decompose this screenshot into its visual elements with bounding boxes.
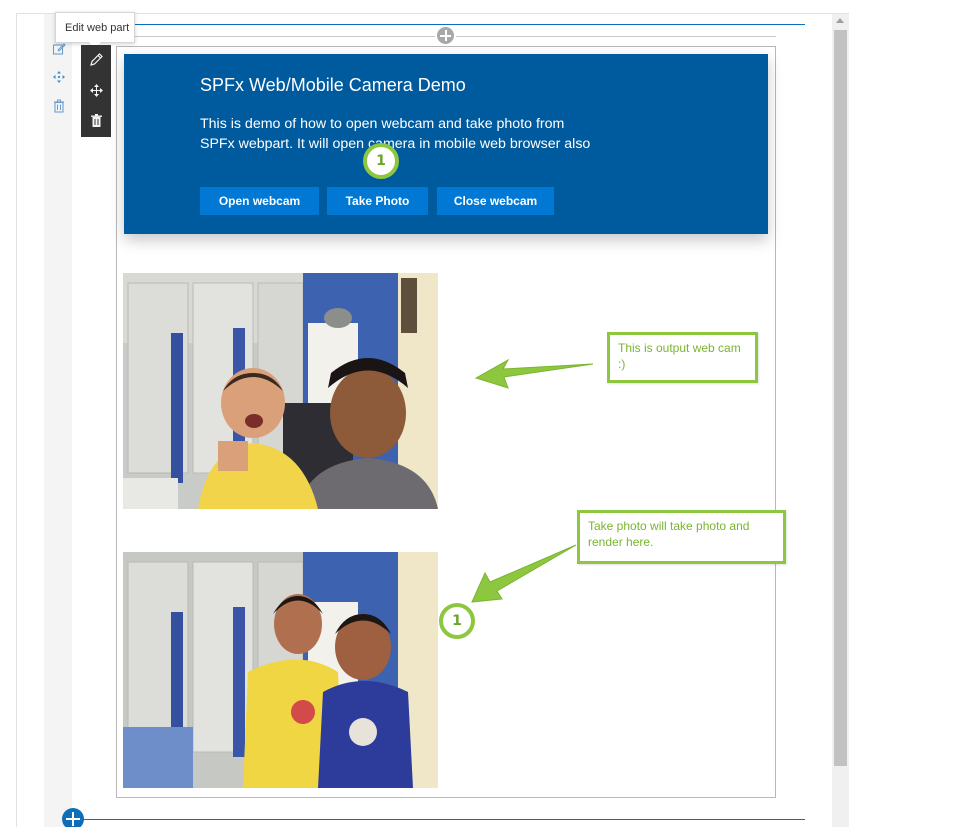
- edit-webpart-button[interactable]: [81, 45, 111, 75]
- edit-webpart-tooltip: Edit web part: [55, 12, 135, 43]
- section-move-icon[interactable]: [51, 70, 67, 86]
- section-edit-icon[interactable]: [51, 42, 67, 58]
- step-marker-photo-output: 1: [439, 603, 475, 639]
- camera-demo-panel: SPFx Web/Mobile Camera Demo This is demo…: [124, 54, 768, 234]
- scrollbar-thumb[interactable]: [834, 30, 847, 766]
- delete-webpart-button[interactable]: [81, 106, 111, 136]
- add-section-button[interactable]: [62, 808, 84, 827]
- webcam-video-output: [123, 273, 438, 509]
- take-photo-button[interactable]: Take Photo: [327, 187, 428, 215]
- close-webcam-button[interactable]: Close webcam: [437, 187, 554, 215]
- section-divider-bottom: [82, 819, 805, 820]
- pencil-icon: [90, 53, 103, 66]
- webcam-output-callout: This is output web cam :): [607, 332, 758, 383]
- section-delete-icon[interactable]: [51, 99, 67, 115]
- take-photo-callout: Take photo will take photo and render he…: [577, 510, 786, 564]
- step-marker-take-photo: 1: [363, 143, 399, 179]
- demo-description: This is demo of how to open webcam and t…: [200, 116, 591, 152]
- sharepoint-page-canvas: Edit web part SPFx Web/Mobile Camera Dem…: [0, 0, 958, 827]
- scroll-up-arrow[interactable]: [836, 18, 844, 23]
- captured-photo: [123, 552, 438, 788]
- section-gutter: [44, 14, 72, 827]
- open-webcam-button[interactable]: Open webcam: [200, 187, 319, 215]
- add-webpart-button[interactable]: [435, 25, 456, 46]
- move-webpart-button[interactable]: [81, 76, 111, 106]
- trash-icon: [91, 114, 102, 127]
- section-divider-top: [72, 24, 805, 25]
- demo-title: SPFx Web/Mobile Camera Demo: [200, 75, 466, 95]
- webpart-toolbar: [81, 45, 111, 137]
- move-icon: [90, 84, 103, 97]
